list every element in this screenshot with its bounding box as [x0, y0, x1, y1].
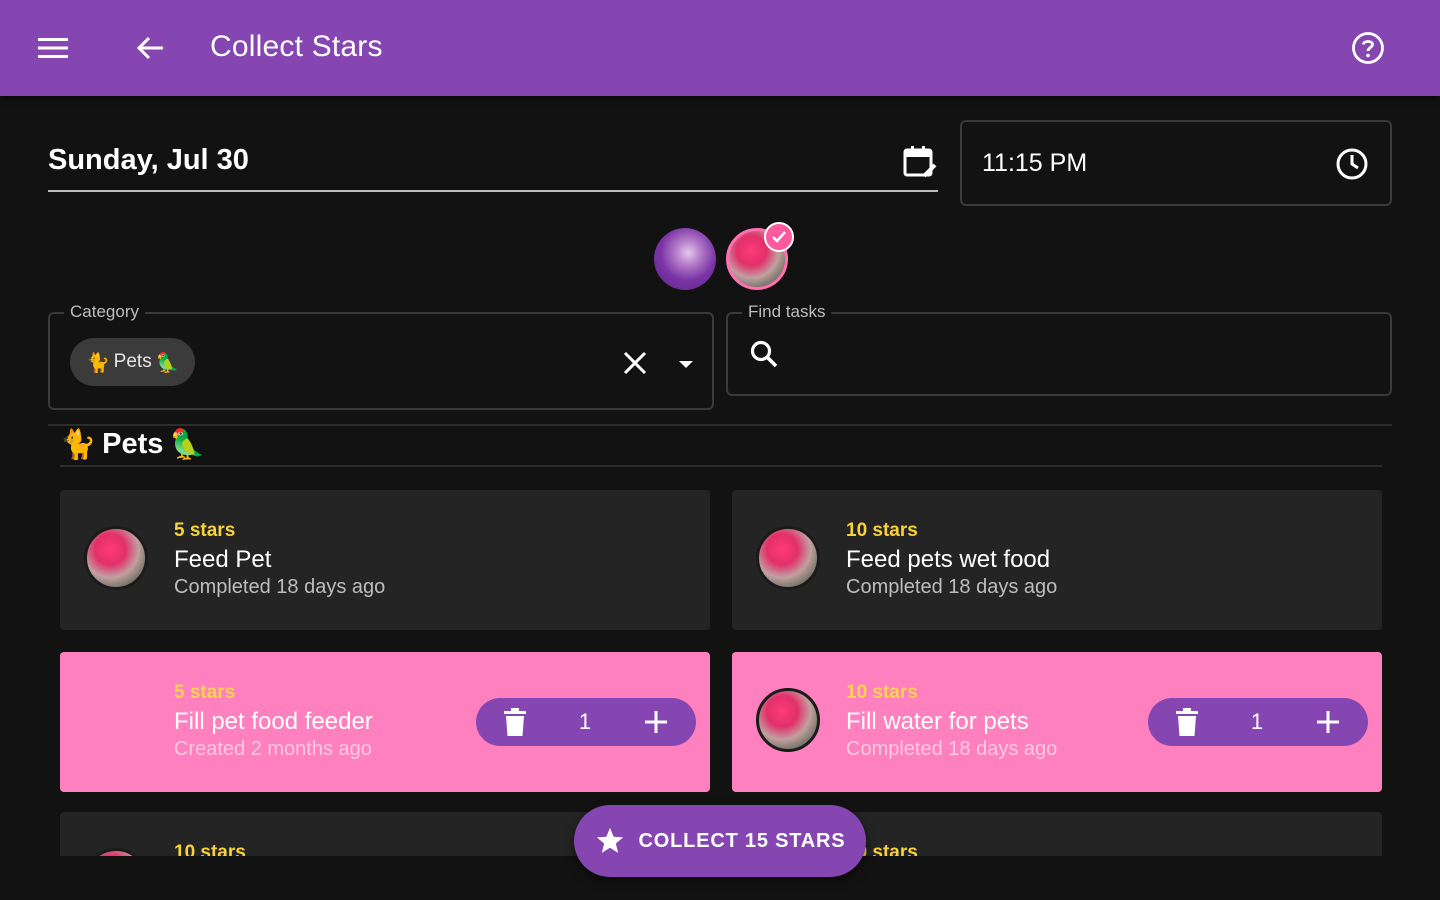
delete-icon[interactable]	[1176, 708, 1198, 736]
quantity-stepper: 1	[476, 698, 696, 746]
task-name: Feed Pet	[174, 546, 272, 573]
category-chip-pets[interactable]: 🐈 Pets 🦜	[70, 338, 196, 386]
cat-emoji: 🐈	[86, 351, 110, 374]
task-name: Fill water for pets	[846, 708, 1029, 735]
plus-icon[interactable]	[644, 710, 668, 734]
collect-stars-label: COLLECT 15 STARS	[638, 829, 846, 852]
task-status: Completed 18 days ago	[846, 738, 1058, 760]
task-card[interactable]: 10 stars Feed pets wet food Completed 18…	[732, 490, 1382, 630]
task-status: Completed 18 days ago	[846, 576, 1058, 598]
find-tasks-label: Find tasks	[742, 302, 832, 322]
task-avatar	[84, 848, 148, 856]
date-value: Sunday, Jul 30	[48, 144, 249, 176]
back-button[interactable]	[122, 22, 178, 74]
task-card[interactable]: 5 stars Feed Pet Completed 18 days ago	[60, 490, 710, 630]
star-icon	[596, 827, 623, 853]
category-select[interactable]: Category 🐈 Pets 🦜	[48, 302, 714, 410]
quantity-stepper: 1	[1148, 698, 1368, 746]
app-bar: Collect Stars	[0, 0, 1440, 96]
child-avatar-1[interactable]	[654, 228, 716, 290]
quantity-value: 1	[1250, 709, 1264, 734]
task-stars: 5 stars	[174, 682, 236, 703]
calendar-edit-icon[interactable]	[902, 144, 938, 180]
help-icon	[1352, 32, 1384, 64]
category-label: Category	[64, 302, 145, 322]
menu-button[interactable]	[26, 22, 82, 74]
task-stars: 5 stars	[174, 520, 236, 541]
section-divider-bottom	[60, 465, 1382, 467]
page-title: Collect Stars	[210, 30, 383, 63]
task-status: Created 2 months ago	[174, 738, 372, 760]
task-status: Completed 18 days ago	[174, 576, 386, 598]
task-stars: 10 stars	[846, 682, 918, 703]
clear-icon[interactable]	[620, 348, 650, 378]
collect-stars-button[interactable]: COLLECT 15 STARS	[574, 805, 866, 877]
section-divider-top	[48, 424, 1392, 426]
chip-label: Pets	[113, 351, 152, 372]
task-name: Feed pets wet food	[846, 546, 1051, 573]
task-stars: 10 stars	[846, 520, 918, 541]
date-field[interactable]: Sunday, Jul 30	[48, 128, 938, 192]
parrot-emoji: 🦜	[155, 351, 180, 374]
find-tasks-input[interactable]	[792, 330, 1372, 378]
menu-icon	[38, 38, 68, 58]
cat-emoji: 🐈	[60, 426, 97, 461]
delete-icon[interactable]	[504, 708, 526, 736]
parrot-emoji: 🦜	[169, 426, 206, 461]
task-avatar	[84, 526, 148, 590]
task-card-selected[interactable]: 5 stars Fill pet food feeder Created 2 m…	[60, 652, 710, 792]
time-value: 11:15 PM	[982, 149, 1088, 177]
task-avatar	[756, 688, 820, 752]
quantity-value: 1	[578, 709, 592, 734]
plus-icon[interactable]	[1316, 710, 1340, 734]
find-tasks-field[interactable]: Find tasks	[726, 302, 1392, 396]
section-header-pets: 🐈 Pets 🦜	[60, 424, 205, 464]
dropdown-arrow-icon[interactable]	[674, 352, 698, 376]
clock-icon[interactable]	[1334, 146, 1370, 182]
task-name: Fill pet food feeder	[174, 708, 373, 735]
task-stars: 10 stars	[174, 842, 246, 856]
section-title: Pets	[102, 427, 164, 460]
help-button[interactable]	[1340, 22, 1396, 74]
task-card-selected[interactable]: 10 stars Fill water for pets Completed 1…	[732, 652, 1382, 792]
time-field[interactable]: 11:15 PM	[960, 120, 1392, 206]
task-avatar	[756, 526, 820, 590]
arrow-back-icon	[136, 36, 163, 60]
check-icon	[764, 222, 794, 252]
search-icon	[750, 340, 778, 368]
